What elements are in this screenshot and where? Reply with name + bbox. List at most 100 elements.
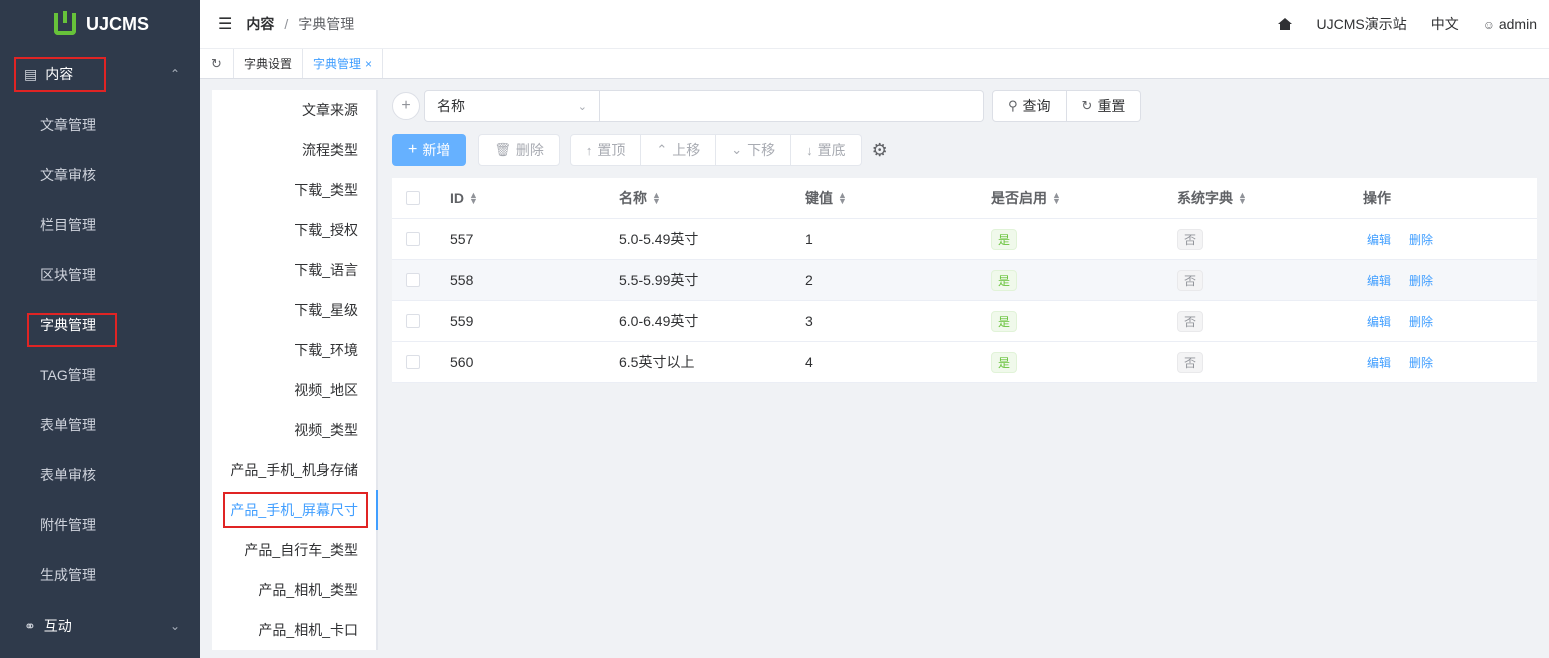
col-enabled[interactable]: 是否启用 ▲ ▼: [991, 188, 1177, 208]
row-checkbox[interactable]: [392, 273, 450, 287]
col-key-label: 键值: [805, 190, 833, 206]
sidebar-item-tags[interactable]: TAG管理: [0, 350, 200, 400]
move-down-button[interactable]: ⌄ 下移: [716, 134, 792, 166]
chevron-up-icon: ⌃: [169, 67, 180, 81]
highlight-box: [14, 57, 106, 92]
row-checkbox[interactable]: [392, 355, 450, 369]
tab-label: 字典管理: [313, 57, 362, 71]
tab-dict-settings[interactable]: 字典设置: [234, 49, 304, 78]
move-bottom-button[interactable]: ↓ 置底: [791, 134, 862, 166]
search-input[interactable]: [600, 90, 984, 122]
checkbox[interactable]: [406, 232, 420, 246]
row-checkbox[interactable]: [392, 314, 450, 328]
cell-system: 否: [1177, 269, 1363, 291]
select-all-checkbox[interactable]: [392, 191, 450, 205]
col-system[interactable]: 系统字典 ▲ ▼: [1177, 188, 1363, 208]
arrow-down-icon: ↓: [806, 142, 813, 158]
delete-link[interactable]: 删除: [1409, 231, 1433, 248]
sort-icon[interactable]: ▲ ▼: [838, 191, 847, 206]
checkbox[interactable]: [406, 191, 420, 205]
user-name: admin: [1498, 16, 1537, 32]
logo-icon: [54, 11, 76, 35]
dict-type-item[interactable]: 文章来源: [212, 90, 376, 130]
dict-type-item[interactable]: 下载_环境: [212, 330, 376, 370]
move-top-button[interactable]: ↑ 置顶: [569, 134, 642, 166]
sidebar-item-forms[interactable]: 表单管理: [0, 400, 200, 450]
checkbox[interactable]: [406, 273, 420, 287]
sidebar: UJCMS ▤ 内容 ⌃ 文章管理 文章审核 栏目管理 区块管理 字典管理 TA…: [0, 0, 200, 658]
sort-icon[interactable]: ▲ ▼: [652, 191, 661, 206]
col-name-label: 名称: [619, 190, 647, 206]
delete-link[interactable]: 删除: [1409, 313, 1433, 330]
menu-toggle-icon[interactable]: ☰: [218, 14, 232, 34]
cell-id: 560: [450, 354, 474, 370]
dict-type-item[interactable]: 下载_授权: [212, 210, 376, 250]
query-button[interactable]: ⚲ 查询: [992, 90, 1067, 122]
app-logo[interactable]: UJCMS: [0, 0, 200, 48]
edit-link[interactable]: 编辑: [1367, 354, 1391, 371]
cell-id: 558: [450, 272, 474, 288]
col-id[interactable]: ID ▲ ▼: [450, 190, 619, 206]
add-condition-icon[interactable]: +: [392, 92, 420, 120]
cell-system: 否: [1177, 228, 1363, 250]
cell-id: 557: [450, 231, 474, 247]
delete-link[interactable]: 删除: [1409, 354, 1433, 371]
menu-group-interact[interactable]: ⚭ 互动 ⌄: [0, 600, 200, 652]
add-button[interactable]: + 新增: [392, 134, 467, 166]
dict-type-item[interactable]: 产品_相机_卡口: [212, 610, 376, 650]
sidebar-item-articles[interactable]: 文章管理: [0, 100, 200, 150]
cell-key: 2: [805, 272, 813, 288]
row-checkbox[interactable]: [392, 232, 450, 246]
checkbox[interactable]: [406, 314, 420, 328]
user-menu[interactable]: ☺ admin: [1483, 16, 1537, 32]
cell-enabled: 是: [991, 310, 1177, 332]
cell-system: 否: [1177, 310, 1363, 332]
edit-link[interactable]: 编辑: [1367, 313, 1391, 330]
dict-type-item[interactable]: 下载_语言: [212, 250, 376, 290]
dict-type-item[interactable]: 产品_相机_类型: [212, 570, 376, 610]
cell-name: 6.0-6.49英寸: [619, 313, 699, 329]
breadcrumb-root[interactable]: 内容: [246, 14, 274, 34]
move-up-button[interactable]: ⌃ 上移: [641, 134, 717, 166]
system-tag: 否: [1177, 310, 1204, 332]
dict-type-item[interactable]: 产品_手机_机身存储: [212, 450, 376, 490]
breadcrumb-separator: /: [284, 16, 289, 32]
sidebar-item-channels[interactable]: 栏目管理: [0, 200, 200, 250]
home-icon[interactable]: [1278, 18, 1293, 30]
sidebar-item-attachments[interactable]: 附件管理: [0, 500, 200, 550]
edit-link[interactable]: 编辑: [1367, 272, 1391, 289]
edit-link[interactable]: 编辑: [1367, 231, 1391, 248]
dict-type-item[interactable]: 视频_类型: [212, 410, 376, 450]
col-name[interactable]: 名称 ▲ ▼: [619, 188, 805, 208]
sort-icon[interactable]: ▲ ▼: [1238, 191, 1247, 206]
sidebar-item-generate[interactable]: 生成管理: [0, 550, 200, 600]
search-field-select[interactable]: 名称 ⌄: [424, 90, 600, 122]
sidebar-item-form-review[interactable]: 表单审核: [0, 450, 200, 500]
col-key[interactable]: 键值 ▲ ▼: [805, 188, 991, 208]
delete-label: 删除: [515, 142, 544, 158]
sort-icon[interactable]: ▲ ▼: [1052, 191, 1061, 206]
sidebar-item-blocks[interactable]: 区块管理: [0, 250, 200, 300]
sort-icon[interactable]: ▲ ▼: [469, 191, 478, 206]
dict-type-item[interactable]: 下载_星级: [212, 290, 376, 330]
reset-button[interactable]: ↻ 重置: [1066, 90, 1142, 122]
dict-type-item[interactable]: 下载_类型: [212, 170, 376, 210]
gear-icon[interactable]: ⚙: [872, 140, 888, 161]
sidebar-item-article-review[interactable]: 文章审核: [0, 150, 200, 200]
delete-button[interactable]: 🗑 删除: [478, 134, 560, 166]
col-enabled-label: 是否启用: [991, 190, 1047, 206]
enabled-tag: 是: [991, 310, 1018, 332]
language-switch[interactable]: 中文: [1431, 14, 1459, 34]
refresh-icon[interactable]: ↻: [200, 49, 234, 78]
dict-type-item[interactable]: 流程类型: [212, 130, 376, 170]
checkbox[interactable]: [406, 355, 420, 369]
cell-enabled: 是: [991, 228, 1177, 250]
tab-dict-manage[interactable]: 字典管理 ×: [303, 49, 384, 78]
delete-link[interactable]: 删除: [1409, 272, 1433, 289]
dict-type-item[interactable]: 视频_地区: [212, 370, 376, 410]
close-icon[interactable]: ×: [365, 57, 372, 71]
dict-type-item[interactable]: 产品_自行车_类型: [212, 530, 376, 570]
site-link[interactable]: UJCMS演示站: [1316, 14, 1406, 34]
cell-ops: 编辑 删除: [1363, 231, 1537, 248]
table-row: 557 5.0-5.49英寸 1 是 否 编辑 删除: [392, 219, 1537, 260]
